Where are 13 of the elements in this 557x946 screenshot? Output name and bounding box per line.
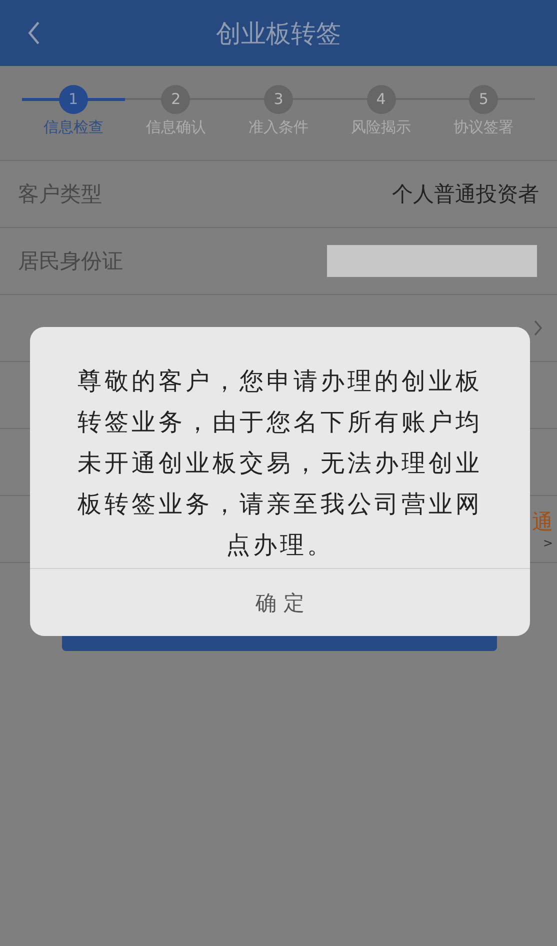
page-title: 创业板转签 <box>216 18 341 50</box>
row-value: 个人普通投资者 <box>392 181 539 208</box>
confirm-button[interactable]: 确 定 <box>30 568 530 636</box>
step-number: 3 <box>264 84 293 114</box>
chevron-icon[interactable] <box>533 319 543 337</box>
step-number: 5 <box>469 84 498 114</box>
row-subtext: > <box>542 536 553 550</box>
step-label: 信息检查 <box>43 118 104 137</box>
back-icon[interactable] <box>27 20 41 46</box>
dialog-message: 尊敬的客户，您申请办理的创业板转签业务，由于您名下所有账户均未开通创业板交易，无法办理创业板转签业务，请亲至我公司营业网点办理。 <box>76 366 484 561</box>
step-number: 2 <box>161 84 190 114</box>
step-number: 1 <box>58 84 88 114</box>
step-number: 4 <box>366 84 396 114</box>
